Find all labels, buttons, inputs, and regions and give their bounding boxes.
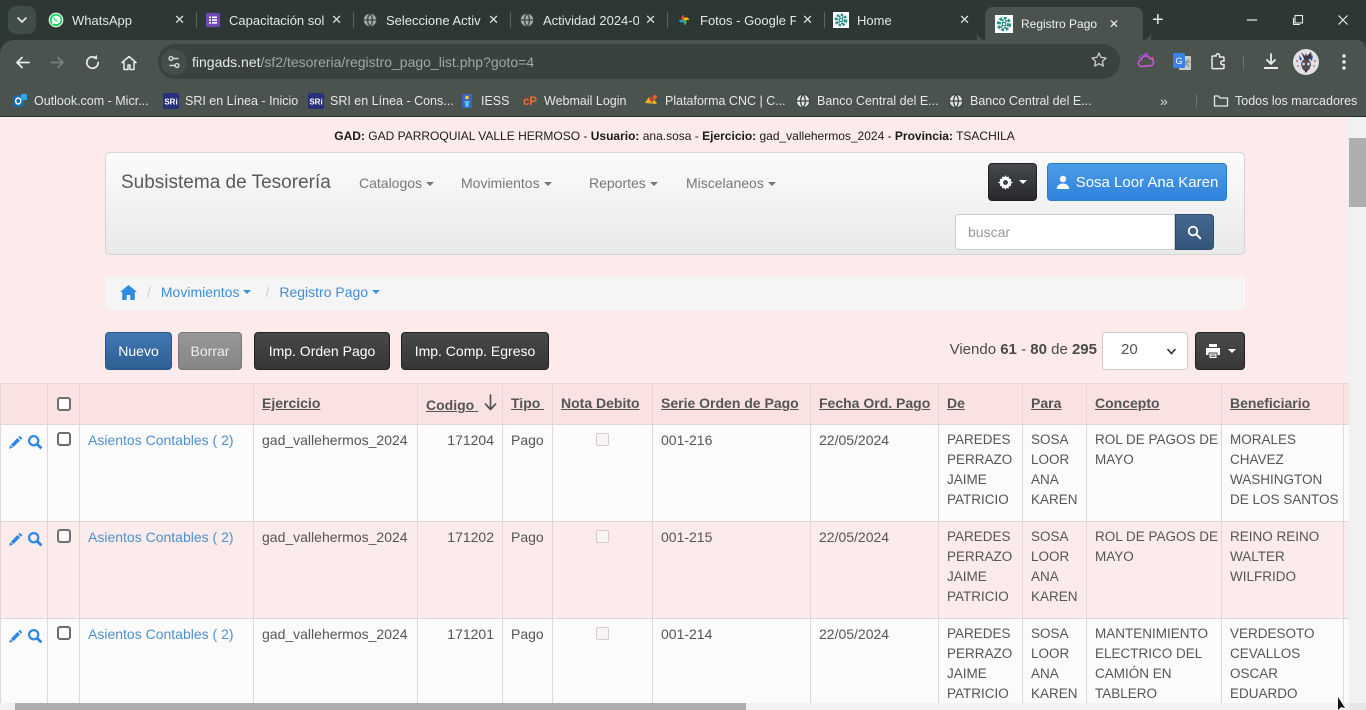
svg-text:SRi: SRi <box>309 98 322 107</box>
svg-text:SRi: SRi <box>164 98 177 107</box>
svg-text:cP: cP <box>523 96 537 108</box>
svg-text:G: G <box>1175 56 1182 66</box>
